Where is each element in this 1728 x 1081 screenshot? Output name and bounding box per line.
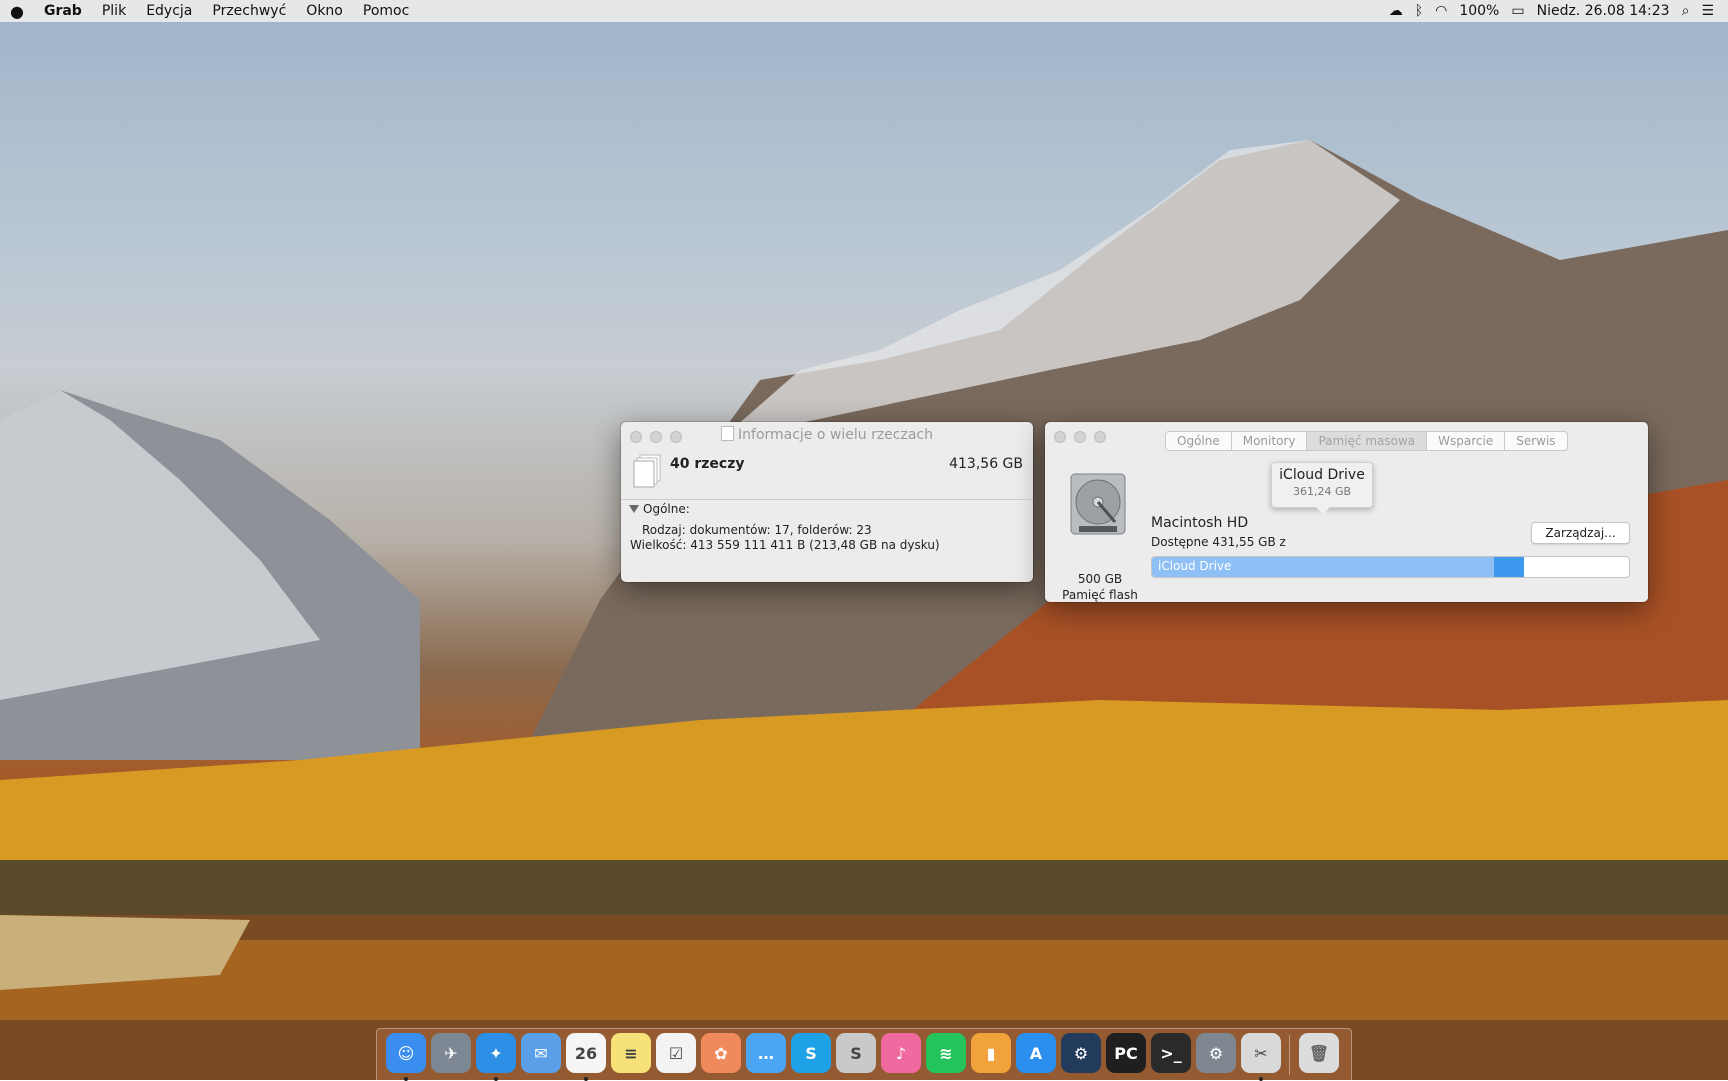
- storage-usage-bar[interactable]: iCloud Drive: [1151, 556, 1630, 578]
- section-label: Ogólne:: [643, 502, 690, 516]
- apple-menu-icon[interactable]: ●: [0, 2, 34, 21]
- menu-app-name[interactable]: Grab: [34, 3, 92, 19]
- running-indicator: [584, 1077, 588, 1081]
- disk-kind: Pamięć flash: [1062, 588, 1138, 602]
- tooltip-value: 361,24 GB: [1292, 485, 1352, 498]
- available-space: Dostępne 431,55 GB z: [1151, 535, 1286, 549]
- battery-percent[interactable]: 100%: [1453, 3, 1505, 19]
- reminders-icon[interactable]: ☑: [656, 1033, 696, 1073]
- running-indicator: [404, 1077, 408, 1081]
- messages-icon[interactable]: …: [746, 1033, 786, 1073]
- divider: [621, 499, 1033, 500]
- menu-edycja[interactable]: Edycja: [136, 3, 202, 19]
- finder-icon[interactable]: ☺: [386, 1033, 426, 1081]
- document-icon: [721, 426, 735, 441]
- tooltip-title: iCloud Drive: [1279, 467, 1365, 483]
- zoom-button[interactable]: [1094, 431, 1106, 443]
- photos-icon[interactable]: ✿: [701, 1033, 741, 1073]
- terminal-icon[interactable]: >_: [1151, 1033, 1191, 1073]
- menu-pomoc[interactable]: Pomoc: [353, 3, 419, 19]
- bluetooth-icon[interactable]: ᛒ: [1409, 3, 1429, 19]
- notes-icon[interactable]: ≡: [611, 1033, 651, 1073]
- window-title: Informacje o wielu rzeczach: [621, 426, 1033, 443]
- item-count: 40 rzeczy: [670, 456, 745, 472]
- safari-icon[interactable]: ✦: [476, 1033, 516, 1081]
- spotify-icon[interactable]: ≋: [926, 1033, 966, 1073]
- storage-window: Ogólne Monitory Pamięć masowa Wsparcie S…: [1045, 422, 1648, 602]
- total-size: 413,56 GB: [949, 456, 1023, 472]
- grab-icon[interactable]: ✂: [1241, 1033, 1281, 1081]
- size-row: Wielkość: 413 559 111 411 B (213,48 GB n…: [630, 538, 940, 552]
- itunes-icon[interactable]: ♪: [881, 1033, 921, 1073]
- other-usage-segment[interactable]: [1494, 557, 1524, 577]
- window-controls: [1054, 431, 1106, 443]
- pycharm-icon[interactable]: PC: [1106, 1033, 1146, 1073]
- battery-icon[interactable]: ▭: [1505, 3, 1530, 19]
- wifi-icon[interactable]: ◠: [1429, 3, 1453, 19]
- size-value: 413 559 111 411 B (213,48 GB na dysku): [690, 538, 940, 552]
- status-area: ☁ ᛒ ◠ 100% ▭ Niedz. 26.08 14:23 ⌕ ☰: [1383, 3, 1728, 19]
- calendar-icon[interactable]: 26: [566, 1033, 606, 1081]
- dock-separator: [1289, 1035, 1290, 1075]
- kind-row: Rodzaj: dokumentów: 17, folderów: 23: [642, 523, 872, 537]
- trash-icon[interactable]: 🗑: [1299, 1033, 1339, 1073]
- mail-icon[interactable]: ✉: [521, 1033, 561, 1073]
- kind-value: dokumentów: 17, folderów: 23: [689, 523, 872, 537]
- bar-label: iCloud Drive: [1158, 559, 1232, 573]
- slides-icon[interactable]: S: [836, 1033, 876, 1073]
- tab-ogolne[interactable]: Ogólne: [1166, 432, 1231, 450]
- menu-okno[interactable]: Okno: [296, 3, 353, 19]
- tab-monitory[interactable]: Monitory: [1230, 432, 1307, 450]
- dock: ☺ ✈ ✦ ✉ 26 ≡ ☑ ✿… S S ♪ ≋ ▮ A ⚙ PC >_ ⚙ ✂ 🗑: [376, 1028, 1352, 1081]
- menu-bar: ● Grab Plik Edycja Przechwyć Okno Pomoc …: [0, 0, 1728, 22]
- disk-name: Macintosh HD: [1151, 515, 1249, 531]
- steam-icon[interactable]: ⚙: [1061, 1033, 1101, 1073]
- running-indicator: [1259, 1077, 1263, 1081]
- tooltip: iCloud Drive 361,24 GB: [1271, 462, 1373, 514]
- tab-pamiec-masowa[interactable]: Pamięć masowa: [1306, 432, 1427, 450]
- manage-button[interactable]: Zarządzaj...: [1531, 522, 1630, 544]
- kind-label: Rodzaj:: [642, 523, 686, 537]
- tab-wsparcie[interactable]: Wsparcie: [1426, 432, 1504, 450]
- tab-serwis[interactable]: Serwis: [1504, 432, 1566, 450]
- close-button[interactable]: [1054, 431, 1066, 443]
- window-title-text: Informacje o wielu rzeczach: [738, 427, 933, 443]
- system-preferences-icon[interactable]: ⚙: [1196, 1033, 1236, 1073]
- disk-capacity: 500 GB: [1077, 572, 1123, 586]
- tab-bar: Ogólne Monitory Pamięć masowa Wsparcie S…: [1165, 431, 1568, 451]
- menu-przechwyc[interactable]: Przechwyć: [202, 3, 296, 19]
- list-icon[interactable]: ☰: [1695, 3, 1720, 19]
- general-section-toggle[interactable]: Ogólne:: [629, 502, 690, 516]
- skype-icon[interactable]: S: [791, 1033, 831, 1073]
- clock[interactable]: Niedz. 26.08 14:23: [1531, 3, 1676, 19]
- menu-plik[interactable]: Plik: [92, 3, 136, 19]
- app-store-icon[interactable]: A: [1016, 1033, 1056, 1073]
- search-icon[interactable]: ⌕: [1676, 3, 1696, 19]
- disclosure-triangle-icon[interactable]: [629, 505, 639, 513]
- minimize-button[interactable]: [1074, 431, 1086, 443]
- running-indicator: [494, 1077, 498, 1081]
- multiple-documents-icon: [633, 454, 661, 488]
- hard-disk-icon: [1070, 473, 1126, 535]
- info-window: Informacje o wielu rzeczach 40 rzeczy 41…: [621, 422, 1033, 582]
- launchpad-icon[interactable]: ✈: [431, 1033, 471, 1073]
- size-label: Wielkość:: [630, 538, 687, 552]
- ibooks-icon[interactable]: ▮: [971, 1033, 1011, 1073]
- cloud-icon[interactable]: ☁: [1383, 3, 1409, 19]
